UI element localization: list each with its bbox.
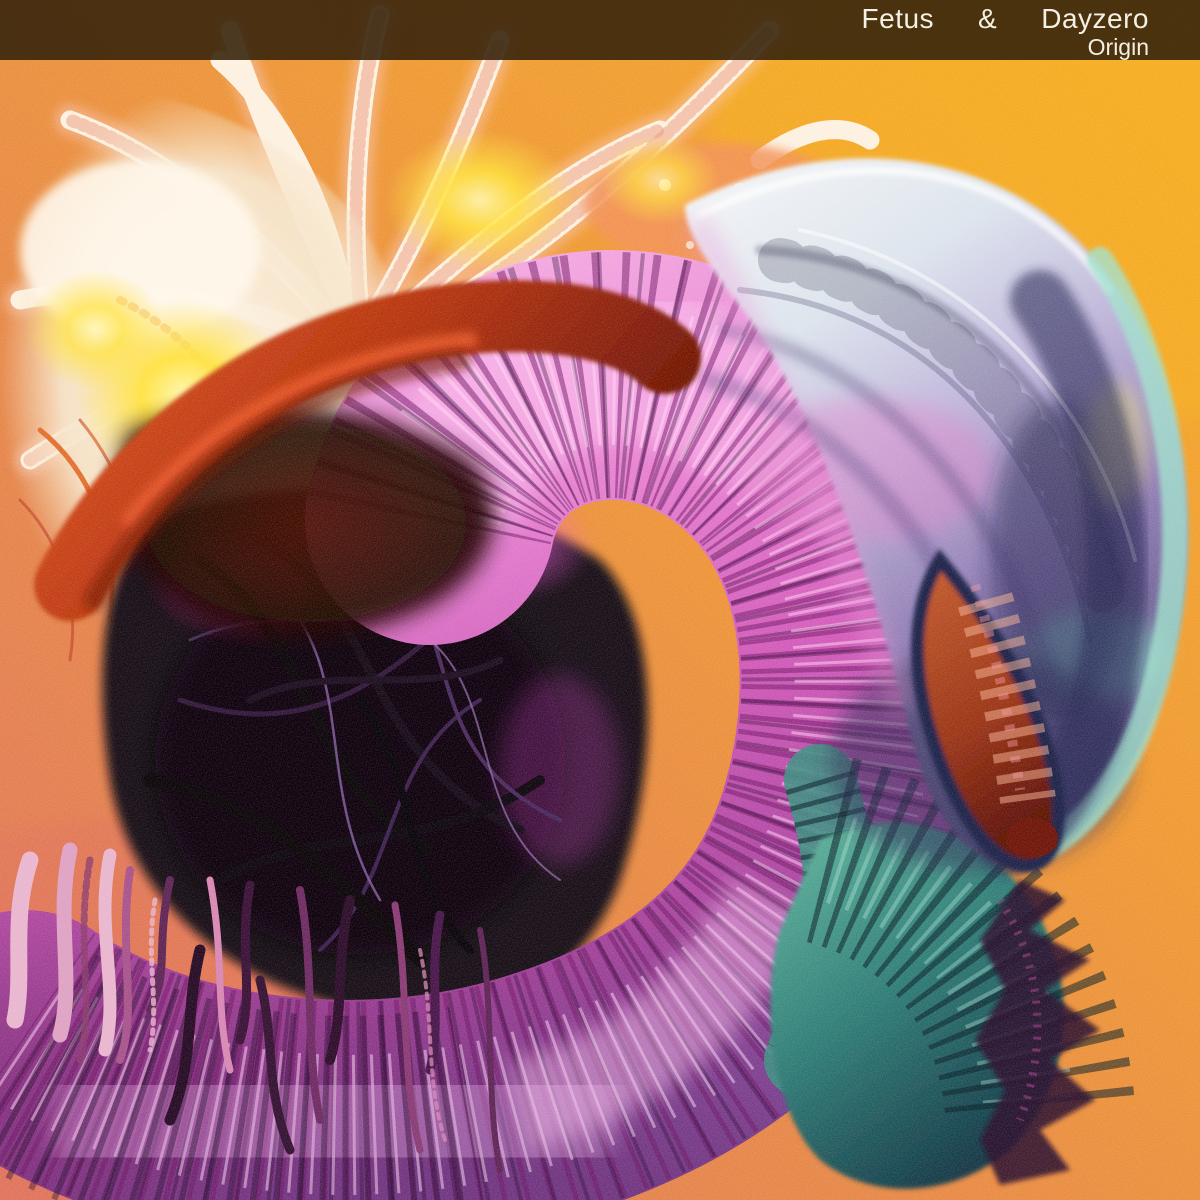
- artist-line: Fetus & Dayzero: [862, 3, 1149, 35]
- title-banner: Fetus & Dayzero Origin: [0, 0, 1200, 60]
- artist-secondary: Dayzero: [1041, 3, 1149, 35]
- cover-artwork: [0, 0, 1200, 1200]
- artist-primary: Fetus: [862, 3, 935, 35]
- album-title: Origin: [862, 35, 1149, 59]
- film-grain-overlay: [0, 0, 1200, 1200]
- artist-separator: &: [978, 3, 997, 35]
- banner-text-block: Fetus & Dayzero Origin: [862, 3, 1149, 59]
- album-cover: Fetus & Dayzero Origin: [0, 0, 1200, 1200]
